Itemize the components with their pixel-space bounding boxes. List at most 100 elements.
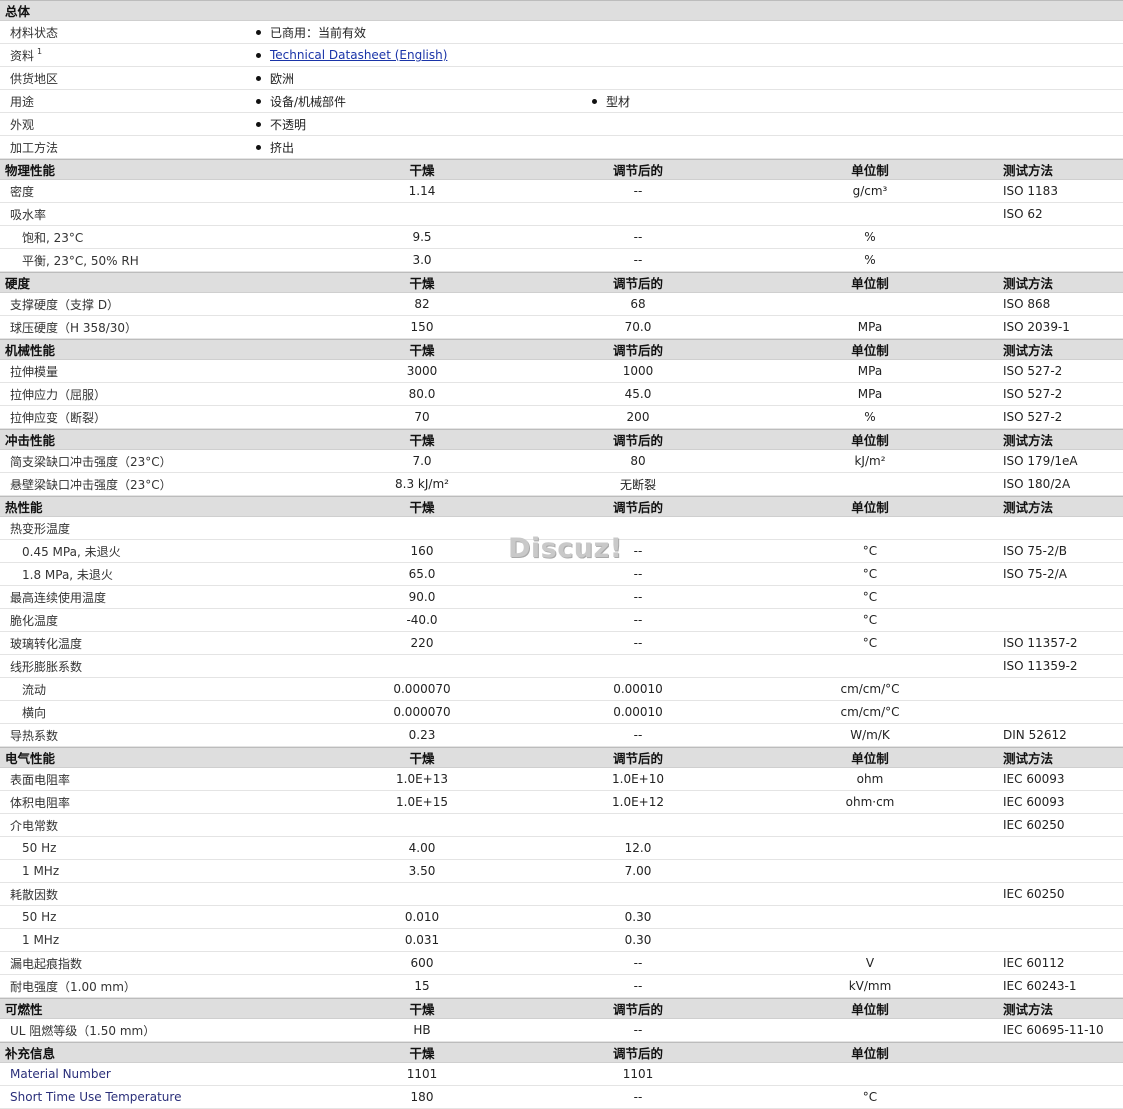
- general-row: 外观 不透明: [0, 113, 1123, 136]
- property-row: 漏电起痕指数 600 -- V IEC 60112: [0, 952, 1123, 975]
- value-unit: [770, 293, 970, 315]
- value-unit: °C: [862, 1090, 878, 1104]
- property-row: 1 MHz 0.031 0.30: [0, 929, 1123, 952]
- property-label: 耗散因数: [10, 887, 59, 902]
- value-test-method: ISO 62: [1003, 207, 1043, 221]
- property-label: 拉伸应力（屈服）: [10, 387, 107, 402]
- value-dry: HB: [413, 1023, 431, 1037]
- property-row: 拉伸应变（断裂） 70 200% ISO 527-2: [0, 406, 1123, 429]
- col-header-unit: 单位制: [851, 276, 889, 291]
- bullet-item: 挤出: [256, 136, 294, 158]
- col-header-test-method: 测试方法: [1003, 433, 1054, 448]
- row-label: 加工方法: [10, 136, 58, 158]
- col-header-conditioned: 调节后的: [612, 1046, 663, 1061]
- value-conditioned: 1000: [622, 364, 654, 378]
- value-conditioned: --: [633, 567, 643, 581]
- section-title: 可燃性: [5, 1002, 43, 1017]
- property-row: 0.45 MPa, 未退火 160 -- °C ISO 75-2/B: [0, 540, 1123, 563]
- value-conditioned: 70.0: [624, 320, 652, 334]
- value-dry: 1.14: [408, 184, 436, 198]
- property-label: 横向: [22, 705, 47, 720]
- property-row: 吸水率 ISO 62: [0, 203, 1123, 226]
- value-conditioned: 12.0: [624, 841, 652, 855]
- value-test-method: ISO 868: [1003, 297, 1051, 311]
- section-header: 物理性能 干燥 调节后的 单位制 测试方法: [0, 159, 1123, 180]
- row-label: 用途: [10, 90, 34, 112]
- value-unit: °C: [862, 636, 878, 650]
- section-header: 可燃性 干燥 调节后的 单位制 测试方法: [0, 998, 1123, 1019]
- bullet-text: 挤出: [270, 140, 295, 155]
- value-unit: [770, 929, 970, 951]
- section-header: 补充信息 干燥 调节后的 单位制: [0, 1042, 1123, 1063]
- row-label-text: 外观: [10, 117, 35, 132]
- bullet-icon: [256, 144, 261, 150]
- value-dry: [322, 814, 522, 836]
- row-label: 材料状态: [10, 21, 58, 43]
- bullet-item: Technical Datasheet (English): [256, 44, 447, 66]
- value-unit: cm/cm/°C: [840, 705, 900, 719]
- value-dry: 160: [410, 544, 434, 558]
- row-label: 供货地区: [10, 67, 58, 89]
- section-header: 冲击性能 干燥 调节后的 单位制 测试方法: [0, 429, 1123, 450]
- col-header-conditioned: 调节后的: [612, 1002, 663, 1017]
- bullet-item: 不透明: [256, 113, 306, 135]
- property-row: 50 Hz 0.010 0.30: [0, 906, 1123, 929]
- value-test-method: IEC 60112: [1003, 956, 1065, 970]
- property-label: 拉伸应变（断裂）: [10, 410, 107, 425]
- value-dry: 9.5: [412, 230, 432, 244]
- datasheet-link[interactable]: Technical Datasheet (English): [270, 48, 447, 62]
- value-unit: [770, 883, 970, 905]
- general-row: 供货地区 欧洲: [0, 67, 1123, 90]
- property-label: Material Number: [10, 1067, 111, 1081]
- col-header-conditioned: 调节后的: [612, 751, 663, 766]
- value-unit: V: [865, 956, 875, 970]
- property-row: 耗散因数 IEC 60250: [0, 883, 1123, 906]
- property-label: 耐电强度（1.00 mm）: [10, 979, 136, 994]
- general-row: 材料状态 已商用：当前有效: [0, 21, 1123, 44]
- value-test-method: IEC 60243-1: [1003, 979, 1077, 993]
- value-conditioned: 7.00: [624, 864, 652, 878]
- bullet-text: 型材: [606, 94, 631, 109]
- property-label: 50 Hz: [22, 910, 57, 924]
- value-dry: [322, 655, 522, 677]
- property-label: 简支梁缺口冲击强度（23°C）: [10, 454, 172, 469]
- col-header-unit: 单位制: [851, 500, 889, 515]
- value-test-method: DIN 52612: [1003, 728, 1067, 742]
- bullet-item: 已商用：当前有效: [256, 21, 366, 43]
- value-conditioned: 1.0E+12: [612, 795, 664, 809]
- property-row: 最高连续使用温度 90.0 -- °C: [0, 586, 1123, 609]
- property-label: 漏电起痕指数: [10, 956, 83, 971]
- value-conditioned: --: [633, 184, 643, 198]
- value-conditioned: 0.00010: [613, 682, 663, 696]
- col-header-unit: 单位制: [851, 343, 889, 358]
- value-dry: 65.0: [408, 567, 436, 581]
- value-unit: MPa: [857, 364, 883, 378]
- value-dry: 1.0E+15: [396, 795, 448, 809]
- col-header-dry: 干燥: [409, 500, 435, 515]
- col-header-conditioned: 调节后的: [612, 343, 663, 358]
- property-label: 热变形温度: [10, 521, 71, 536]
- value-unit: [770, 906, 970, 928]
- property-row: 脆化温度 -40.0 -- °C: [0, 609, 1123, 632]
- property-label: 50 Hz: [22, 841, 57, 855]
- value-unit: [770, 860, 970, 882]
- value-dry: [322, 517, 522, 539]
- value-unit: ohm·cm: [845, 795, 895, 809]
- value-dry: 1.0E+13: [396, 772, 448, 786]
- property-row: 耐电强度（1.00 mm） 15 -- kV/mm IEC 60243-1: [0, 975, 1123, 998]
- value-dry: 0.010: [404, 910, 440, 924]
- property-label: 吸水率: [10, 207, 47, 222]
- col-header-conditioned: 调节后的: [612, 163, 663, 178]
- value-test-method: ISO 75-2/B: [1003, 544, 1067, 558]
- value-test-method: ISO 527-2: [1003, 410, 1063, 424]
- row-label: 资料 1: [10, 44, 42, 66]
- general-row: 资料 1 Technical Datasheet (English): [0, 44, 1123, 67]
- value-dry: 82: [414, 297, 430, 311]
- value-test-method: ISO 180/2A: [1003, 477, 1071, 491]
- bullet-icon: [256, 29, 261, 35]
- value-dry: -40.0: [406, 613, 438, 627]
- value-unit: [770, 837, 970, 859]
- value-conditioned: 无断裂: [619, 477, 656, 492]
- bullet-item: 设备/机械部件: [256, 90, 346, 112]
- value-conditioned: 0.00010: [613, 705, 663, 719]
